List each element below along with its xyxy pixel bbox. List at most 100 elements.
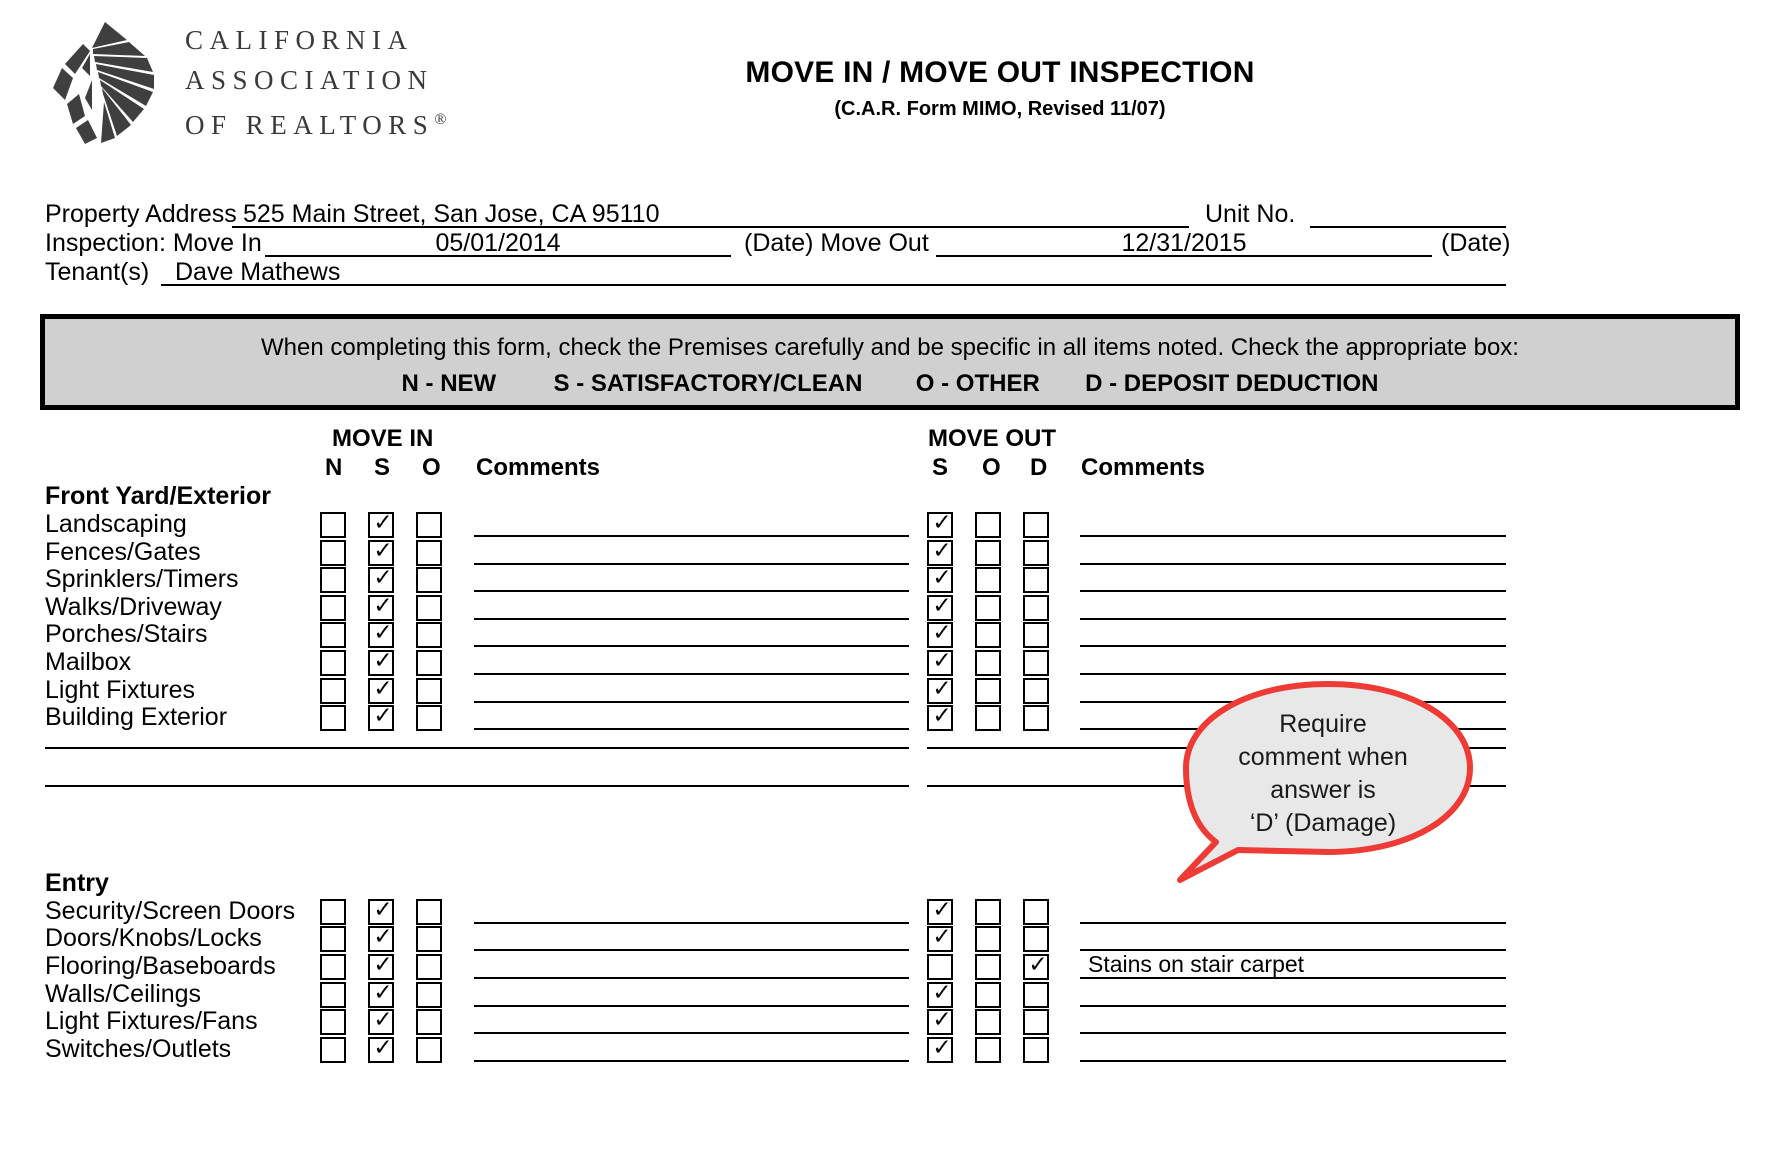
checkbox-move-out-o[interactable]: [975, 677, 1001, 704]
checkbox-move-in-o[interactable]: [416, 898, 442, 925]
checkbox-move-in-n[interactable]: [320, 567, 346, 594]
checkbox-move-in-s[interactable]: ✓: [368, 620, 394, 649]
checkbox-move-out-s[interactable]: ✓: [927, 1007, 953, 1036]
checkbox-move-out-o[interactable]: [975, 1009, 1001, 1036]
checkbox-move-out-d[interactable]: ✓: [1023, 952, 1049, 980]
checkbox-move-out-o[interactable]: [975, 650, 1001, 676]
move-in-date-input[interactable]: 05/01/2014: [265, 229, 731, 258]
checkbox-move-in-s[interactable]: ✓: [368, 924, 394, 953]
checkbox-move-out-s[interactable]: ✓: [927, 924, 953, 953]
checkbox-move-in-n[interactable]: [320, 926, 346, 953]
checkbox-move-in-o[interactable]: [416, 539, 442, 566]
property-address-input[interactable]: 525 Main Street, San Jose, CA 95110: [243, 200, 659, 229]
checkbox-move-out-o[interactable]: [975, 981, 1001, 1008]
checkbox-move-out-d[interactable]: [1023, 1036, 1049, 1063]
checkbox-move-out-s[interactable]: ✓: [927, 1035, 953, 1063]
checkbox-move-in-o[interactable]: [416, 981, 442, 1008]
checkbox-move-out-o[interactable]: [975, 539, 1001, 566]
comment-rule-move-out: [1080, 535, 1506, 537]
checkbox-move-in-n[interactable]: [320, 622, 346, 649]
move-out-title: MOVE OUT: [928, 425, 1057, 452]
checkbox-move-out-o[interactable]: [975, 926, 1001, 953]
comment-rule-move-out: [1080, 1032, 1506, 1035]
checkbox-move-out-d[interactable]: [1023, 677, 1049, 704]
checkbox-move-out-s[interactable]: ✓: [927, 593, 953, 621]
checkbox-move-out-d[interactable]: [1023, 898, 1049, 925]
checkbox-move-in-o[interactable]: [416, 677, 442, 704]
checkbox-move-in-o[interactable]: [416, 567, 442, 594]
checkbox-move-out-o[interactable]: [975, 954, 1001, 980]
checkbox-move-in-o[interactable]: [416, 954, 442, 980]
checkbox-move-in-o[interactable]: [416, 512, 442, 538]
checkbox-move-out-o[interactable]: [975, 1036, 1001, 1063]
checkbox-move-out-s[interactable]: ✓: [927, 510, 953, 538]
comment-rule-move-in: [474, 590, 909, 593]
checkbox-move-in-o[interactable]: [416, 926, 442, 953]
checkbox-move-out-s[interactable]: ✓: [927, 538, 953, 566]
checkbox-move-in-n[interactable]: [320, 594, 346, 621]
checkbox-move-out-s[interactable]: ✓: [927, 565, 953, 594]
checkbox-move-out-s[interactable]: [927, 954, 953, 980]
checkbox-move-out-d[interactable]: [1023, 1009, 1049, 1036]
checkbox-move-out-o[interactable]: [975, 898, 1001, 925]
checkbox-move-in-n[interactable]: [320, 981, 346, 1008]
checkbox-move-in-n[interactable]: [320, 954, 346, 980]
checkbox-move-in-n[interactable]: [320, 512, 346, 538]
checkbox-move-out-d[interactable]: [1023, 705, 1049, 732]
checkbox-move-in-n[interactable]: [320, 539, 346, 566]
checkbox-move-in-o[interactable]: [416, 650, 442, 676]
callout-line-4: ‘D’ (Damage): [1249, 809, 1397, 837]
checkbox-move-in-s[interactable]: ✓: [368, 676, 394, 704]
checkbox-move-out-o[interactable]: [975, 622, 1001, 649]
checkbox-move-in-s[interactable]: ✓: [368, 703, 394, 732]
checkbox-move-in-n[interactable]: [320, 705, 346, 732]
checkbox-move-out-d[interactable]: [1023, 926, 1049, 953]
callout-line-1: Require: [1279, 710, 1367, 738]
checkbox-move-in-n[interactable]: [320, 650, 346, 676]
checkbox-move-out-d[interactable]: [1023, 567, 1049, 594]
checkbox-move-in-n[interactable]: [320, 677, 346, 704]
checkbox-move-in-n[interactable]: [320, 898, 346, 925]
checkbox-move-in-s[interactable]: ✓: [368, 648, 394, 676]
checkbox-move-out-s[interactable]: ✓: [927, 897, 953, 925]
checkbox-move-out-d[interactable]: [1023, 594, 1049, 621]
checkbox-move-out-o[interactable]: [975, 567, 1001, 594]
checkbox-move-in-s[interactable]: ✓: [368, 565, 394, 594]
checkbox-move-out-d[interactable]: [1023, 981, 1049, 1008]
checkbox-move-in-n[interactable]: [320, 1036, 346, 1063]
checkbox-move-in-s[interactable]: ✓: [368, 538, 394, 566]
checkbox-move-out-o[interactable]: [975, 705, 1001, 732]
checkbox-move-in-s[interactable]: ✓: [368, 980, 394, 1008]
tenants-input[interactable]: Dave Mathews: [175, 258, 340, 287]
checkbox-move-in-o[interactable]: [416, 622, 442, 649]
checkbox-move-out-s[interactable]: ✓: [927, 676, 953, 704]
checkbox-move-in-s[interactable]: ✓: [368, 897, 394, 925]
item-label: Fences/Gates: [45, 537, 201, 566]
checkbox-move-out-s[interactable]: ✓: [927, 703, 953, 732]
checkbox-move-out-d[interactable]: [1023, 539, 1049, 566]
checkbox-move-out-d[interactable]: [1023, 512, 1049, 538]
checkbox-move-in-o[interactable]: [416, 594, 442, 621]
checkbox-move-in-o[interactable]: [416, 705, 442, 732]
checkbox-move-in-s[interactable]: ✓: [368, 1035, 394, 1063]
comment-rule-move-out: [1080, 617, 1506, 620]
checkbox-move-in-s[interactable]: ✓: [368, 510, 394, 538]
checkbox-move-out-o[interactable]: [975, 594, 1001, 621]
checkbox-move-in-s[interactable]: ✓: [368, 593, 394, 621]
move-out-date-input[interactable]: 12/31/2015: [936, 229, 1432, 258]
checkbox-move-in-s[interactable]: ✓: [368, 952, 394, 980]
checkbox-move-in-s[interactable]: ✓: [368, 1007, 394, 1036]
checkbox-move-out-s[interactable]: ✓: [927, 620, 953, 649]
checkbox-move-out-s[interactable]: ✓: [927, 648, 953, 676]
checkbox-move-out-s[interactable]: ✓: [927, 980, 953, 1008]
checkbox-move-out-o[interactable]: [975, 512, 1001, 538]
checkbox-move-out-d[interactable]: [1023, 650, 1049, 676]
instructions-codes: N - NEW S - SATISFACTORY/CLEAN O - OTHER…: [45, 363, 1735, 399]
car-logo: CALIFORNIA ASSOCIATION OF REALTORS®: [45, 18, 446, 146]
item-label: Light Fixtures/Fans: [45, 1007, 258, 1036]
checkbox-move-in-n[interactable]: [320, 1009, 346, 1036]
checkbox-move-in-o[interactable]: [416, 1009, 442, 1036]
checkbox-move-out-d[interactable]: [1023, 622, 1049, 649]
comment-text-move-out[interactable]: Stains on stair carpet: [1088, 951, 1304, 977]
checkbox-move-in-o[interactable]: [416, 1036, 442, 1063]
